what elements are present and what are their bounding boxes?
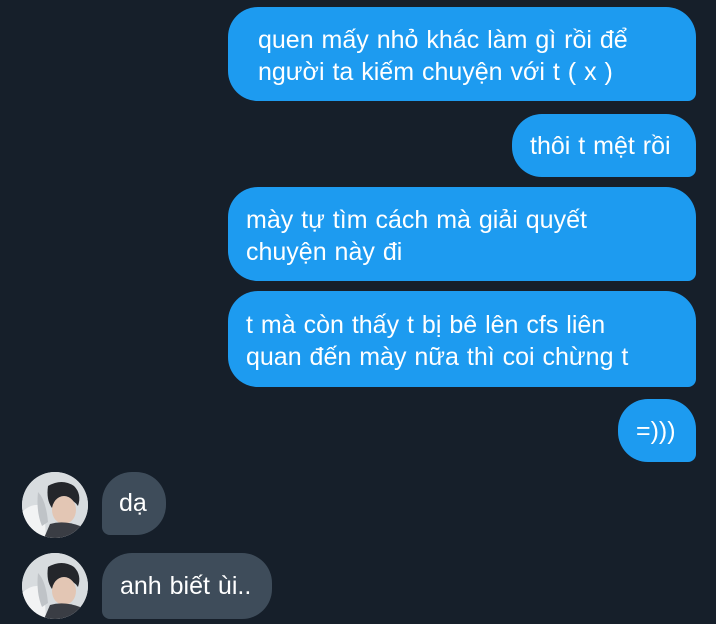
outgoing-message[interactable]: thôi t mệt rồi — [512, 114, 696, 177]
incoming-message[interactable]: anh biết ùi.. — [102, 553, 272, 619]
contact-avatar-photo-icon — [22, 472, 88, 538]
outgoing-message[interactable]: t mà còn thấy t bị bê lên cfs liên quan … — [228, 291, 696, 387]
outgoing-message[interactable]: quen mấy nhỏ khác làm gì rồi để người ta… — [228, 7, 696, 101]
contact-avatar[interactable] — [22, 553, 88, 619]
contact-avatar[interactable] — [22, 472, 88, 538]
contact-avatar-photo-icon — [22, 553, 88, 619]
outgoing-message[interactable]: mày tự tìm cách mà giải quyết chuyện này… — [228, 187, 696, 281]
incoming-message[interactable]: dạ — [102, 472, 166, 535]
outgoing-message[interactable]: =))) — [618, 399, 696, 462]
